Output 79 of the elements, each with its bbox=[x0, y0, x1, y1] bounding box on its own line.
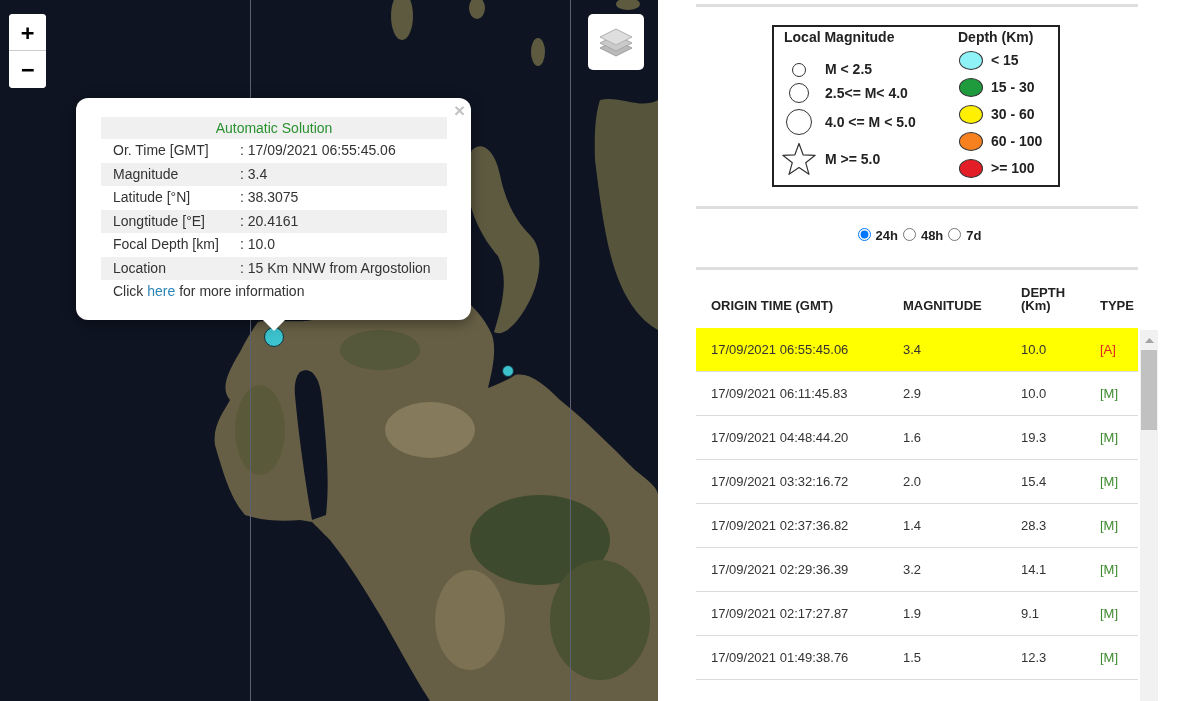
depth-cell: 14.1 bbox=[1021, 562, 1047, 577]
depth-cell: 12.3 bbox=[1021, 650, 1047, 665]
info-value: : 15 Km NNW from Argostolion bbox=[240, 259, 432, 277]
popup-title: Automatic Solution bbox=[101, 117, 447, 139]
info-label: Magnitude bbox=[113, 165, 180, 183]
column-header: DEPTH (Km) bbox=[1020, 285, 1067, 312]
radio-button[interactable] bbox=[857, 227, 871, 241]
magnitude-cell: 1.6 bbox=[903, 430, 922, 445]
magnitude-cell: 2.0 bbox=[903, 474, 922, 489]
legend-label: < 15 bbox=[991, 52, 1019, 69]
info-label: Or. Time [GMT] bbox=[113, 142, 210, 160]
info-value: : 20.4161 bbox=[240, 212, 300, 230]
info-label: Latitude [°N] bbox=[113, 189, 192, 207]
legend-title: Depth (Km) bbox=[958, 29, 1034, 46]
time-cell: 17/09/2021 02:37:36.82 bbox=[711, 518, 849, 533]
star-icon bbox=[782, 143, 816, 175]
circle-icon bbox=[786, 109, 812, 135]
type-cell: [M] bbox=[1100, 518, 1119, 533]
depth-cell: 10.0 bbox=[1021, 342, 1047, 357]
radio-button[interactable] bbox=[948, 227, 962, 241]
table-row[interactable]: 17/09/2021 06:55:45.06 3.4 10.0 [A] bbox=[696, 328, 1138, 372]
type-cell: [M] bbox=[1100, 650, 1119, 665]
info-value: : 10.0 bbox=[240, 236, 277, 254]
type-cell: [M] bbox=[1100, 386, 1119, 401]
info-value: : 3.4 bbox=[240, 165, 269, 183]
info-label: Focal Depth [km] bbox=[113, 236, 220, 254]
column-header: ORIGIN TIME (GMT) bbox=[710, 298, 835, 312]
info-value: : 38.3075 bbox=[240, 189, 300, 207]
magnitude-cell: 1.9 bbox=[903, 606, 922, 621]
scroll-up-arrow-icon[interactable] bbox=[1144, 338, 1154, 343]
magnitude-cell: 2.9 bbox=[903, 386, 922, 401]
circle-icon bbox=[792, 62, 806, 77]
layers-button[interactable] bbox=[588, 14, 644, 70]
period-label[interactable]: 48h bbox=[920, 227, 944, 244]
type-cell: [M] bbox=[1100, 474, 1119, 489]
info-value: : 17/09/2021 06:55:45.06 bbox=[240, 142, 397, 160]
time-cell: 17/09/2021 03:32:16.72 bbox=[711, 474, 849, 489]
here-link[interactable]: here bbox=[147, 283, 176, 299]
info-label: Location bbox=[113, 259, 167, 277]
legend-label: 60 - 100 bbox=[991, 133, 1043, 150]
layers-icon bbox=[599, 26, 633, 58]
more-info-text: Click here for more information bbox=[112, 282, 305, 301]
type-cell: [A] bbox=[1100, 342, 1116, 357]
zoom-in-button[interactable]: + bbox=[9, 14, 46, 51]
info-label: Longtitude [°E] bbox=[113, 212, 206, 230]
time-cell: 17/09/2021 02:29:36.39 bbox=[711, 562, 849, 577]
scrollbar-thumb[interactable] bbox=[1141, 350, 1157, 430]
radio-button[interactable] bbox=[902, 227, 916, 241]
time-cell: 17/09/2021 06:11:45.83 bbox=[711, 386, 848, 401]
depth-cell: 19.3 bbox=[1021, 430, 1047, 445]
time-cell: 17/09/2021 04:48:44.20 bbox=[711, 430, 849, 445]
period-label[interactable]: 24h bbox=[875, 227, 898, 244]
legend-label: 4.0 <= M < 5.0 bbox=[825, 113, 916, 131]
legend-label: 30 - 60 bbox=[991, 106, 1035, 123]
legend-label: 15 - 30 bbox=[991, 79, 1035, 96]
type-cell: [M] bbox=[1100, 430, 1119, 445]
legend-label: 2.5<= M< 4.0 bbox=[825, 84, 908, 102]
column-header: TYPE bbox=[1099, 298, 1135, 312]
column-header: MAGNITUDE bbox=[902, 298, 983, 312]
depth-cell: 9.1 bbox=[1021, 606, 1040, 621]
magnitude-cell: 3.2 bbox=[903, 562, 922, 577]
magnitude-cell: 3.4 bbox=[903, 342, 922, 357]
legend-label: >= 100 bbox=[991, 160, 1035, 177]
legend-title: Local Magnitude bbox=[784, 29, 895, 46]
period-label[interactable]: 7d bbox=[966, 227, 982, 244]
depth-cell: 15.4 bbox=[1021, 474, 1047, 489]
depth-cell: 10.0 bbox=[1021, 386, 1047, 401]
scrollbar[interactable] bbox=[1140, 330, 1158, 701]
legend-label: M < 2.5 bbox=[825, 61, 873, 78]
time-cell: 17/09/2021 02:17:27.87 bbox=[711, 606, 849, 621]
time-cell: 17/09/2021 01:49:38.76 bbox=[711, 650, 849, 665]
depth-cell: 28.3 bbox=[1021, 518, 1047, 533]
magnitude-cell: 1.5 bbox=[903, 650, 922, 665]
type-cell: [M] bbox=[1100, 562, 1119, 577]
circle-icon bbox=[789, 83, 809, 103]
legend-label: M >= 5.0 bbox=[825, 150, 881, 168]
time-cell: 17/09/2021 06:55:45.06 bbox=[711, 342, 849, 357]
magnitude-cell: 1.4 bbox=[903, 518, 922, 533]
type-cell: [M] bbox=[1100, 606, 1119, 621]
